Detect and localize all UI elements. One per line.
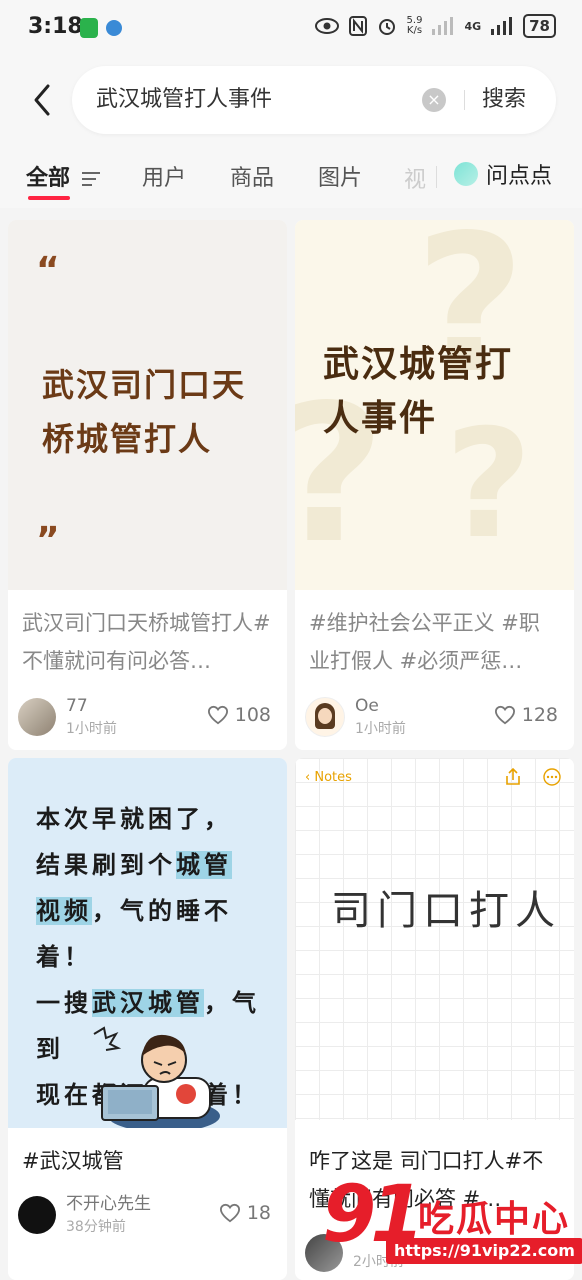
heart-icon: [494, 705, 515, 725]
like-count: 128: [521, 704, 558, 726]
battery-indicator: 78: [523, 14, 556, 38]
status-time: 3:18: [28, 14, 83, 39]
notes-label: Notes: [314, 770, 352, 785]
watermark-url: https://91vip22.com: [386, 1238, 582, 1264]
nfc-icon: [348, 16, 367, 36]
card-cover: 本次早就困了， 结果刷到个城管 视频，气的睡不着！ 一搜武汉城管，气到 现在都还…: [8, 758, 287, 1128]
cover-line: 结果刷到个: [36, 851, 176, 879]
author-name: Oe: [355, 696, 379, 716]
watermark-logo: 91 吃瓜中心 https://91vip22.com: [322, 1170, 582, 1280]
cover-text: 武汉城管打 人事件: [323, 338, 513, 446]
cover-line: 一搜: [36, 989, 92, 1017]
like-count: 108: [234, 704, 271, 726]
filter-tabs: 全部 用户 商品 图片 视 问点点: [0, 146, 582, 208]
tab-products[interactable]: 商品: [230, 160, 274, 192]
clear-icon[interactable]: ×: [422, 88, 446, 112]
wenwen-label: 问点点: [486, 164, 553, 189]
post-time: 38分钟前: [66, 1219, 126, 1235]
tab-separator: [436, 166, 437, 188]
divider: [464, 90, 465, 110]
wenwen-button[interactable]: 问点点: [454, 158, 552, 190]
card-title: 武汉司门口天桥城管打人#不懂就问有问必答…: [22, 611, 271, 673]
cover-text: 武汉司门口天 桥城管打人: [42, 358, 246, 466]
card-author[interactable]: Oe 1小时前: [305, 696, 406, 738]
angry-person-illustration: [93, 1026, 220, 1128]
signal-icon-2: [491, 17, 513, 35]
search-button[interactable]: 搜索: [482, 66, 526, 134]
filter-icon[interactable]: [81, 172, 100, 186]
cover-line: 人事件: [323, 398, 438, 439]
card-title: #维护社会公平正义 #职业打假人 #必须严惩…: [309, 611, 540, 673]
highlight-text: 城管: [176, 851, 232, 879]
tab-video-faded[interactable]: 视: [404, 162, 426, 194]
like-count: 18: [246, 1202, 271, 1224]
notes-back: ‹ Notes: [305, 770, 352, 785]
status-right: 5.9 K/s 4G 78: [314, 14, 556, 38]
like-button[interactable]: 108: [207, 704, 271, 726]
tab-images[interactable]: 图片: [318, 160, 362, 192]
app-notification-icon: [80, 18, 98, 38]
like-button[interactable]: 128: [494, 704, 558, 726]
heart-icon: [219, 1203, 240, 1223]
highlight-text: 视频: [36, 897, 92, 925]
tab-all-label: 全部: [26, 166, 71, 191]
signal-icon-1: [432, 17, 454, 35]
feed-card[interactable]: 本次早就困了， 结果刷到个城管 视频，气的睡不着！ 一搜武汉城管，气到 现在都还…: [8, 758, 287, 1280]
wenwen-icon: [454, 162, 478, 186]
search-header: × 搜索: [0, 58, 582, 146]
highlight-text: 武汉城管: [92, 989, 204, 1017]
post-time: 1小时前: [66, 721, 117, 737]
card-cover: ? ? ? 武汉城管打 人事件: [295, 220, 574, 590]
telegram-icon: [106, 20, 122, 36]
avatar: [18, 1196, 56, 1234]
author-name: 不开心先生: [66, 1194, 151, 1214]
back-arrow-icon[interactable]: [26, 78, 60, 122]
cover-line: 武汉城管打: [323, 344, 514, 385]
card-author[interactable]: 不开心先生 38分钟前: [18, 1194, 151, 1236]
cover-line: 本次早就困了，: [36, 805, 232, 833]
tab-all[interactable]: 全部: [26, 160, 100, 192]
feed-card[interactable]: “ 武汉司门口天 桥城管打人 ” 武汉司门口天桥城管打人#不懂就问有问必答… 7…: [8, 220, 287, 750]
share-icon: [506, 768, 520, 785]
feed-card[interactable]: ? ? ? 武汉城管打 人事件 #维护社会公平正义 #职业打假人 #必须严惩… …: [295, 220, 574, 750]
net-speed: 5.9 K/s: [406, 15, 423, 36]
quote-close: ”: [36, 520, 60, 561]
watermark-brand: 吃瓜中心: [418, 1199, 571, 1240]
avatar: [305, 697, 345, 737]
card-cover: ‹ Notes 司门口打人: [295, 758, 574, 1120]
avatar: [18, 698, 56, 736]
card-author[interactable]: 77 1小时前: [18, 696, 117, 738]
quote-open: “: [36, 250, 60, 291]
cover-line: 武汉司门口天: [42, 366, 247, 404]
status-bar: 3:18 5.9 K/s 4G 78: [0, 0, 582, 58]
post-time: 1小时前: [355, 721, 406, 737]
alarm-icon: [378, 19, 395, 35]
author-name: 77: [66, 696, 88, 716]
card-cover: “ 武汉司门口天 桥城管打人 ”: [8, 220, 287, 590]
eye-icon: [314, 18, 339, 34]
cover-text: 司门口打人: [331, 888, 561, 934]
search-input[interactable]: [96, 66, 396, 134]
tab-users[interactable]: 用户: [142, 160, 186, 192]
search-box[interactable]: × 搜索: [72, 66, 556, 134]
cover-line: 桥城管打人: [42, 420, 213, 458]
card-title: #武汉城管: [22, 1149, 124, 1173]
more-icon: [543, 768, 561, 786]
heart-icon: [207, 705, 228, 725]
active-tab-indicator: [28, 196, 70, 200]
like-button[interactable]: 18: [219, 1202, 271, 1224]
network-type: 4G: [464, 19, 482, 33]
